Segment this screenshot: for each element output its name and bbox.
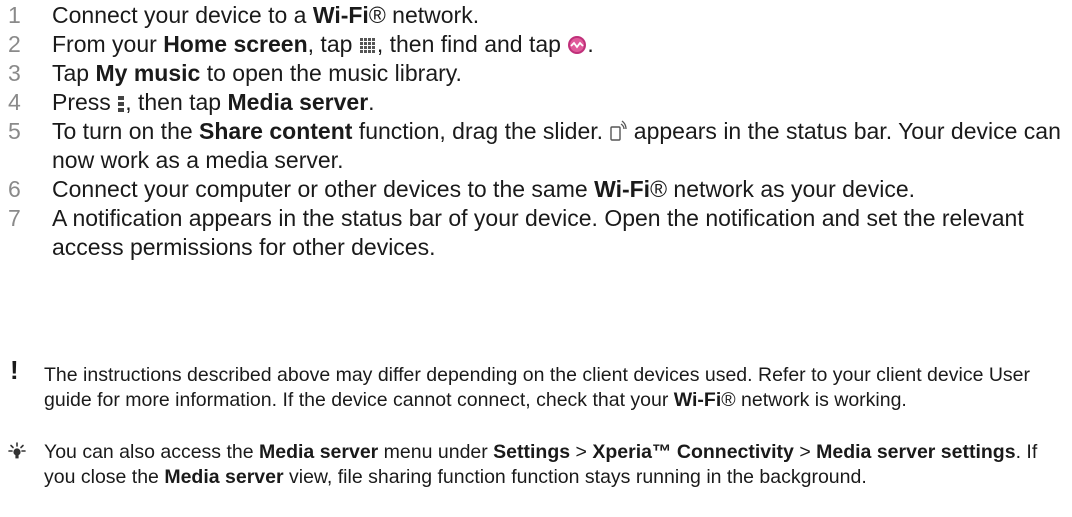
step-text: Connect your device to a bbox=[52, 2, 313, 28]
note-text: menu under bbox=[378, 441, 494, 463]
ui-term-media-server: Media server bbox=[227, 89, 369, 115]
step-text: function, drag the slider. bbox=[352, 118, 610, 144]
step-number: 1 bbox=[8, 2, 21, 28]
note-text: ® network is working. bbox=[721, 389, 907, 411]
step-7: 7 A notification appears in the status b… bbox=[8, 204, 1068, 262]
walkman-music-icon bbox=[568, 36, 587, 54]
step-2: 2 From your Home screen, tap , then find… bbox=[8, 30, 1068, 59]
step-6: 6 Connect your computer or other devices… bbox=[8, 175, 1068, 204]
ui-term-my-music: My music bbox=[95, 60, 201, 86]
step-4: 4 Press , then tap Media server. bbox=[8, 88, 1068, 117]
lightbulb-tip-icon bbox=[8, 442, 26, 459]
step-5: 5 To turn on the Share content function,… bbox=[8, 117, 1068, 175]
step-3: 3 Tap My music to open the music library… bbox=[8, 59, 1068, 88]
step-text: Connect your computer or other devices t… bbox=[52, 176, 595, 202]
tip-note: You can also access the Media server men… bbox=[44, 440, 1064, 490]
step-number: 2 bbox=[8, 31, 21, 57]
ui-term-media-server: Media server bbox=[164, 466, 284, 488]
step-text: . bbox=[587, 31, 594, 57]
ui-term-media-server: Media server bbox=[259, 441, 379, 463]
note-text: You can also access the bbox=[44, 441, 260, 463]
ui-term-share-content: Share content bbox=[199, 118, 353, 144]
step-1: 1 Connect your device to a Wi-Fi® networ… bbox=[8, 1, 1068, 30]
note-text: view, file sharing function function sta… bbox=[283, 466, 867, 488]
step-number: 3 bbox=[8, 60, 21, 86]
ui-term-home-screen: Home screen bbox=[163, 31, 308, 57]
step-text: To turn on the bbox=[52, 118, 200, 144]
step-number: 7 bbox=[8, 205, 21, 231]
step-text: , then tap bbox=[125, 89, 228, 115]
step-number: 6 bbox=[8, 176, 21, 202]
step-text: , then find and tap bbox=[376, 31, 568, 57]
note-text: > bbox=[793, 441, 817, 463]
warning-note: The instructions described above may dif… bbox=[44, 363, 1064, 413]
ui-term-settings: Settings bbox=[493, 441, 571, 463]
media-share-status-icon bbox=[610, 120, 628, 141]
ui-term-wifi: Wi-Fi bbox=[312, 2, 369, 28]
step-text: ® network as your device. bbox=[650, 176, 916, 202]
step-text: . bbox=[368, 89, 375, 115]
step-text: From your bbox=[52, 31, 164, 57]
ui-term-media-server-settings: Media server settings bbox=[816, 441, 1016, 463]
step-text: Tap bbox=[52, 60, 96, 86]
exclamation-icon: ! bbox=[10, 355, 19, 385]
menu-key-icon bbox=[118, 96, 125, 112]
step-text: to open the music library. bbox=[200, 60, 462, 86]
step-text: Press bbox=[52, 89, 118, 115]
step-text: A notification appears in the status bar… bbox=[52, 205, 1024, 260]
step-text: ® network. bbox=[368, 2, 480, 28]
step-number: 4 bbox=[8, 89, 21, 115]
ui-term-wifi: Wi-Fi bbox=[673, 389, 722, 411]
apps-grid-icon bbox=[359, 38, 375, 53]
ui-term-xperia-connectivity: Xperia™ Connectivity bbox=[592, 441, 794, 463]
step-text: , tap bbox=[307, 31, 359, 57]
instruction-steps: 1 Connect your device to a Wi-Fi® networ… bbox=[8, 1, 1068, 262]
step-number: 5 bbox=[8, 118, 21, 144]
ui-term-wifi: Wi-Fi bbox=[594, 176, 651, 202]
note-text: > bbox=[570, 441, 593, 463]
